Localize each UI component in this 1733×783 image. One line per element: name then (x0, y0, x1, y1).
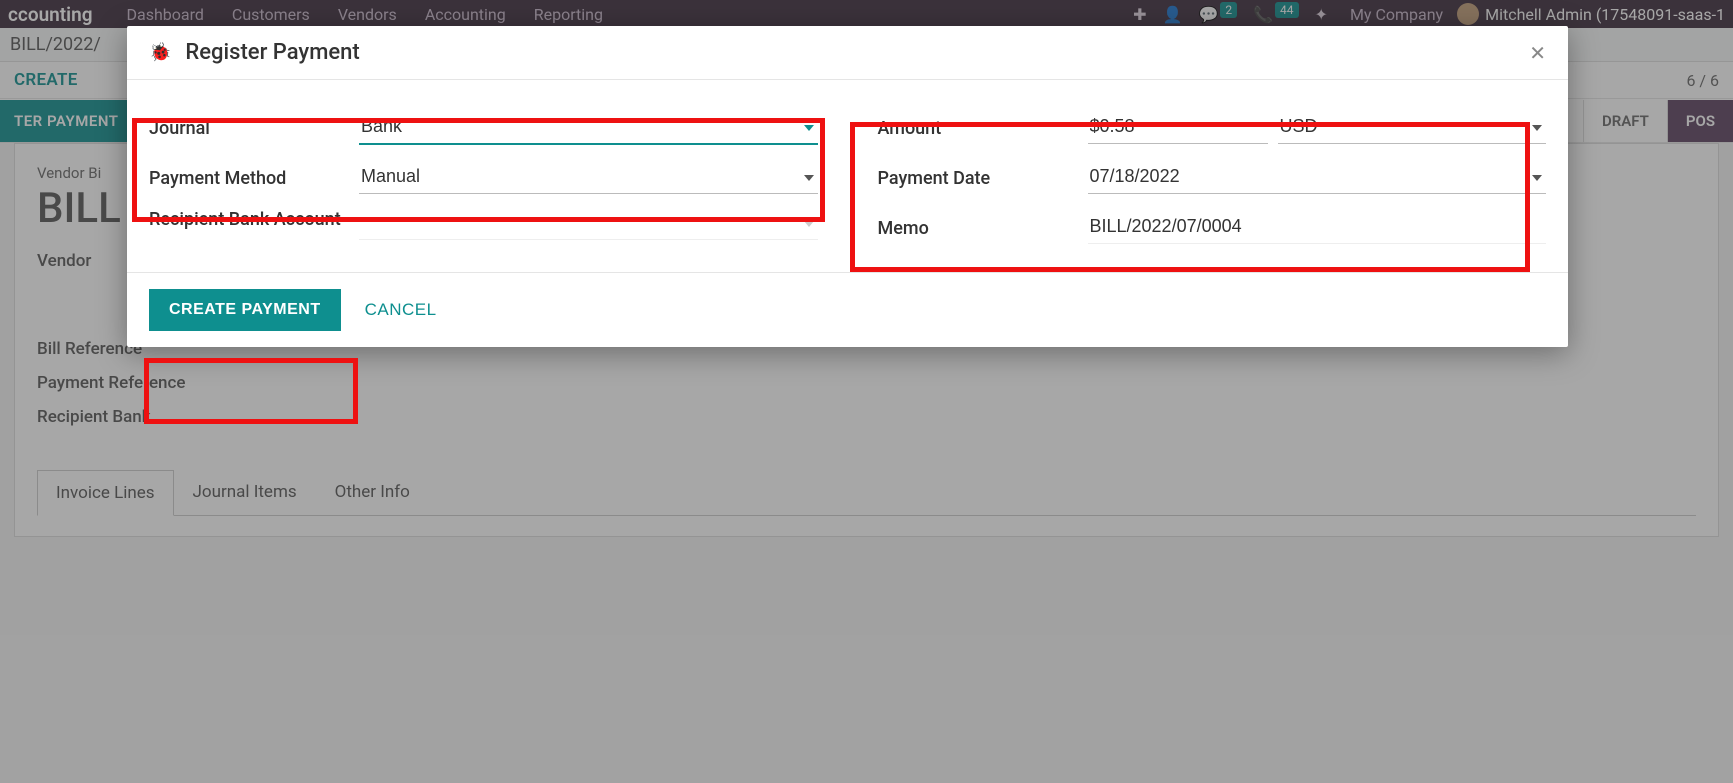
cancel-button[interactable]: CANCEL (365, 300, 437, 320)
chevron-down-icon[interactable] (804, 221, 814, 227)
chevron-down-icon[interactable] (804, 125, 814, 131)
chevron-down-icon[interactable] (1532, 125, 1542, 131)
chevron-down-icon[interactable] (804, 175, 814, 181)
recipient-bank-account-input[interactable] (359, 208, 818, 240)
close-icon[interactable]: ✕ (1529, 41, 1546, 65)
bug-icon[interactable]: 🐞 (149, 42, 171, 63)
amount-input[interactable] (1088, 112, 1268, 144)
payment-date-label: Payment Date (878, 168, 1088, 189)
currency-input[interactable] (1278, 112, 1547, 144)
memo-input[interactable] (1088, 212, 1547, 244)
register-payment-modal: 🐞 Register Payment ✕ Journal Payment Met… (127, 26, 1568, 347)
create-payment-button[interactable]: CREATE PAYMENT (149, 289, 341, 331)
journal-input[interactable] (359, 112, 818, 145)
modal-footer: CREATE PAYMENT CANCEL (127, 272, 1568, 347)
payment-method-label: Payment Method (149, 168, 359, 189)
recipient-bank-account-label: Recipient Bank Account (149, 208, 359, 232)
payment-date-input[interactable] (1088, 162, 1547, 194)
chevron-down-icon[interactable] (1532, 175, 1542, 181)
amount-label: Amount (878, 118, 1088, 139)
modal-body: Journal Payment Method Recipient Bank Ac… (127, 80, 1568, 272)
modal-title: Register Payment (185, 40, 359, 65)
payment-method-input[interactable] (359, 162, 818, 194)
modal-header: 🐞 Register Payment ✕ (127, 26, 1568, 80)
memo-label: Memo (878, 218, 1088, 239)
journal-field-label: Journal (149, 118, 359, 139)
